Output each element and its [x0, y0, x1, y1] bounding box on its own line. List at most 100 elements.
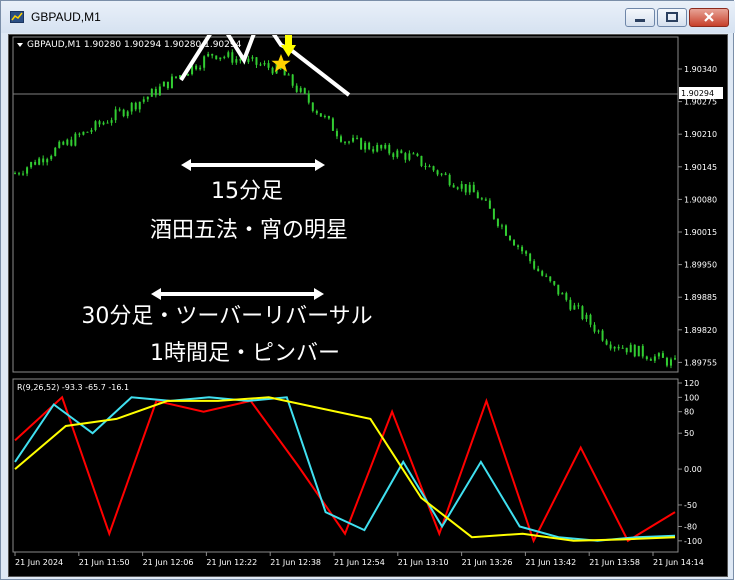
price-scale[interactable]: 1.903401.902751.902101.901451.900801.900… [678, 65, 717, 367]
candle-body [649, 359, 652, 361]
candle-body [102, 122, 105, 125]
candle-body [239, 59, 242, 61]
candle-body [601, 330, 604, 341]
annotation-evening-star: 酒田五法・宵の明星 [150, 218, 348, 243]
window-title: GBPAUD,M1 [31, 10, 101, 24]
candle-body [504, 225, 507, 236]
candle-body [432, 166, 435, 171]
candle-body [440, 173, 443, 175]
candle-body [54, 147, 57, 156]
candle-body [348, 141, 351, 143]
candle-body [299, 88, 302, 92]
candle-body [199, 67, 202, 70]
range-arrow-15m [181, 159, 325, 171]
indicator-label: R(9,26,52) -93.3 -65.7 -16.1 [17, 383, 129, 392]
candle-body [307, 93, 310, 103]
candle-body [74, 133, 77, 146]
candle-body [267, 63, 270, 68]
time-scale[interactable]: 21 Jun 2024 21 Jun 11:50 21 Jun 12:06 21 Ju… [14, 552, 704, 567]
time-label: 21 Jun 2024 [15, 558, 63, 567]
candle-body [211, 53, 214, 56]
candle-body [255, 57, 258, 65]
candle-body [376, 144, 379, 152]
candle-body [404, 153, 407, 160]
candle-body [319, 113, 322, 117]
price-label: 1.89755 [684, 358, 717, 367]
candle-body [86, 131, 89, 133]
candle-body [303, 88, 306, 94]
candle-body [259, 64, 262, 66]
candle-body [187, 74, 190, 76]
candle-body [488, 200, 491, 209]
candle-body [227, 52, 230, 57]
candle-body [392, 153, 395, 157]
candle-body [235, 59, 238, 63]
candle-body [368, 142, 371, 150]
dropdown-arrow-icon[interactable] [17, 43, 23, 47]
candle-body [496, 218, 499, 227]
title-bar[interactable]: GBPAUD,M1 [1, 1, 735, 33]
candle-body [203, 56, 206, 68]
candle-body [633, 344, 636, 357]
candle-body [597, 330, 600, 332]
time-label: 21 Jun 13:10 [398, 558, 449, 567]
minimize-icon [635, 19, 645, 22]
indicator-scale-label: -80 [684, 522, 697, 531]
candle-body [452, 185, 455, 188]
candle-body [295, 85, 298, 92]
annotation-two-bar-reversal: 30分足・ツーバーリバーサル [81, 304, 372, 329]
candle-body [219, 57, 222, 60]
candle-body [565, 293, 568, 300]
indicator-scale-label: -50 [684, 501, 697, 510]
price-label: 1.90080 [684, 195, 717, 204]
candle-body [629, 344, 632, 353]
candle-body [339, 136, 342, 142]
indicator-scale-label: -100 [684, 537, 702, 546]
candle-body [541, 271, 544, 276]
time-label: 21 Jun 12:22 [206, 558, 257, 567]
chart-area[interactable]: GBPAUD,M1 1.90280 1.90294 1.90280 1.9029… [8, 10, 728, 577]
indicator-scale-label: 0.00 [684, 465, 702, 474]
candle-body [134, 102, 137, 110]
candle-body [215, 55, 218, 60]
candle-body [170, 76, 173, 89]
candle-body [456, 187, 459, 189]
candle-body [78, 133, 81, 135]
candle-body [448, 174, 451, 186]
candle-body [42, 158, 45, 163]
candle-body [384, 144, 387, 149]
candle-body [424, 165, 427, 168]
maximize-button[interactable] [657, 8, 687, 27]
time-label: 21 Jun 12:06 [143, 558, 194, 567]
candle-body [335, 130, 338, 137]
candle-body [573, 305, 576, 310]
candle-body [150, 88, 153, 97]
candle-body [396, 150, 399, 157]
candle-body [637, 345, 640, 357]
range-arrow-30m [151, 288, 324, 300]
candle-body [30, 161, 33, 168]
price-label: 1.90145 [684, 163, 717, 172]
candle-body [388, 144, 391, 154]
candle-body [525, 251, 528, 254]
candle-body [251, 57, 254, 59]
minimize-button[interactable] [625, 8, 655, 27]
annotation-15m: 15分足 [211, 179, 283, 204]
price-chart[interactable]: GBPAUD,M1 1.90280 1.90294 1.90280 1.9029… [9, 10, 727, 576]
candle-body [247, 58, 250, 63]
candle-body [412, 153, 415, 155]
candle-body [408, 153, 411, 160]
candle-body [18, 173, 21, 175]
candle-body [549, 276, 552, 282]
candle-body [271, 67, 274, 74]
candle-body [34, 161, 37, 165]
indicator-scale-label: 100 [684, 393, 699, 402]
candle-body [674, 358, 676, 360]
candle-body [62, 141, 65, 145]
chart-window-icon [10, 11, 24, 23]
candle-body [50, 155, 53, 160]
candle-body [581, 306, 584, 319]
close-button[interactable] [689, 8, 729, 27]
candle-body [569, 299, 572, 310]
candle-body [416, 153, 419, 156]
